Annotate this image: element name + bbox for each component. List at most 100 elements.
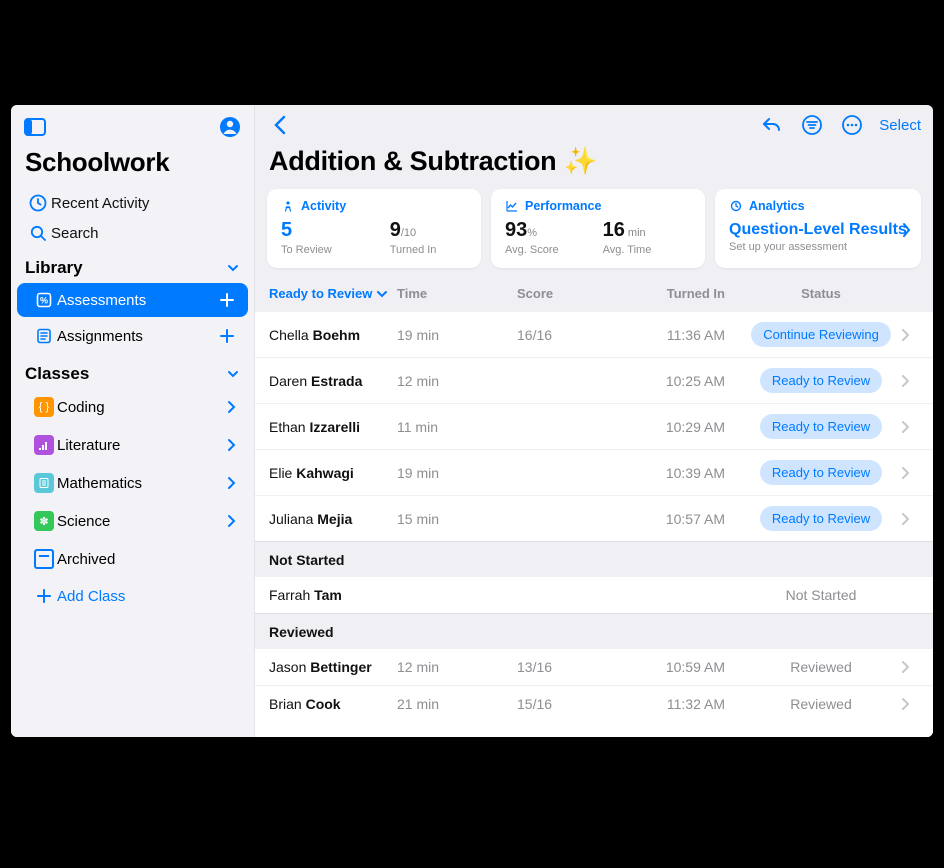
score-cell: 15/16 xyxy=(517,696,613,712)
sidebar-section-library[interactable]: Library xyxy=(11,248,254,282)
card-analytics[interactable]: Analytics Question-Level Results Set up … xyxy=(715,189,921,268)
sidebar-add-class[interactable]: Add Class xyxy=(17,579,248,613)
sidebar-item-label: Coding xyxy=(57,399,226,416)
sidebar-recent-activity[interactable]: Recent Activity xyxy=(11,188,254,218)
more-icon[interactable] xyxy=(839,112,865,138)
section-reviewed: Reviewed xyxy=(255,613,933,648)
sidebar-recent-label: Recent Activity xyxy=(51,195,240,212)
chevron-down-icon xyxy=(226,261,240,275)
status-pill[interactable]: Ready to Review xyxy=(760,368,882,393)
main-content: Select Addition & Subtraction ✨ Activity… xyxy=(255,105,933,737)
card-performance[interactable]: Performance 93% Avg. Score 16 min Avg. T… xyxy=(491,189,705,268)
col-score[interactable]: Score xyxy=(517,286,613,301)
time-cell: 19 min xyxy=(397,465,517,481)
qlr-title: Question-Level Results xyxy=(729,221,907,239)
turned-in-cell: 10:59 AM xyxy=(613,659,725,675)
filter-icon[interactable] xyxy=(799,112,825,138)
col-status[interactable]: Status xyxy=(741,286,901,301)
class-tile-icon: { } xyxy=(31,397,57,417)
avg-time-label: Avg. Time xyxy=(603,244,652,256)
sidebar-section-classes[interactable]: Classes xyxy=(11,354,254,388)
sidebar-item-label: Assessments xyxy=(57,292,218,309)
undo-icon[interactable] xyxy=(759,112,785,138)
chevron-right-icon xyxy=(901,466,919,480)
turned-in-value: 9/10 xyxy=(390,219,437,242)
table-row[interactable]: Daren Estrada12 min10:25 AMReady to Revi… xyxy=(255,357,933,403)
sidebar: Schoolwork Recent Activity Search Librar… xyxy=(11,105,255,737)
col-time[interactable]: Time xyxy=(397,286,517,301)
card-activity[interactable]: Activity 5 To Review 9/10 Turned In xyxy=(267,189,481,268)
card-analytics-title: Analytics xyxy=(749,199,805,213)
status-pill[interactable]: Ready to Review xyxy=(760,460,882,485)
avg-time-value: 16 min xyxy=(603,219,652,242)
time-cell: 21 min xyxy=(397,696,517,712)
status-pill[interactable]: Ready to Review xyxy=(760,506,882,531)
status-text: Reviewed xyxy=(790,659,851,675)
chevron-right-icon xyxy=(901,660,919,674)
col-turned-in[interactable]: Turned In xyxy=(613,286,725,301)
chevron-right-icon xyxy=(901,222,911,238)
score-cell: 16/16 xyxy=(517,327,613,343)
student-name: Ethan Izzarelli xyxy=(269,419,397,435)
chevron-down-icon xyxy=(376,288,388,300)
plus-icon xyxy=(31,587,57,605)
table-row[interactable]: Jason Bettinger12 min13/1610:59 AM Review… xyxy=(255,648,933,685)
turned-in-cell: 11:36 AM xyxy=(613,327,725,343)
time-cell: 12 min xyxy=(397,659,517,675)
col-ready-to-review[interactable]: Ready to Review xyxy=(269,286,397,301)
table-row[interactable]: Juliana Mejia15 min10:57 AMReady to Revi… xyxy=(255,495,933,541)
performance-icon xyxy=(505,199,519,213)
turned-in-cell: 11:32 AM xyxy=(613,696,725,712)
add-assignment-icon[interactable] xyxy=(218,327,236,345)
add-assessment-icon[interactable] xyxy=(218,291,236,309)
sidebar-item-label: Assignments xyxy=(57,328,218,345)
time-cell: 12 min xyxy=(397,373,517,389)
archive-icon xyxy=(31,549,57,569)
sidebar-item-label: Mathematics xyxy=(57,475,226,492)
toggle-sidebar-icon[interactable] xyxy=(23,115,47,139)
student-name: Jason Bettinger xyxy=(269,659,397,675)
chevron-right-icon xyxy=(226,476,236,490)
sidebar-item-literature[interactable]: Literature xyxy=(17,427,248,463)
chevron-right-icon xyxy=(901,512,919,526)
table-row[interactable]: Brian Cook21 min15/1611:32 AMReviewed xyxy=(255,685,933,722)
select-button[interactable]: Select xyxy=(879,117,921,134)
sidebar-item-assignments[interactable]: Assignments xyxy=(17,319,248,353)
table-header: Ready to Review Time Score Turned In Sta… xyxy=(255,278,933,311)
student-name: Juliana Mejia xyxy=(269,511,397,527)
status-pill[interactable]: Ready to Review xyxy=(760,414,882,439)
sidebar-item-assessments[interactable]: % Assessments xyxy=(17,283,248,317)
time-cell: 19 min xyxy=(397,327,517,343)
card-performance-title: Performance xyxy=(525,199,601,213)
chevron-right-icon xyxy=(901,374,919,388)
turned-in-cell: 10:57 AM xyxy=(613,511,725,527)
score-cell: 13/16 xyxy=(517,659,613,675)
clock-icon xyxy=(25,194,51,212)
student-name: Farrah Tam xyxy=(269,587,397,603)
sidebar-item-science[interactable]: ✽ Science xyxy=(17,503,248,539)
table-row[interactable]: Elie Kahwagi19 min10:39 AMReady to Revie… xyxy=(255,449,933,495)
class-tile-icon xyxy=(31,473,57,493)
sidebar-search[interactable]: Search xyxy=(11,218,254,248)
turned-in-cell: 10:25 AM xyxy=(613,373,725,389)
sidebar-search-label: Search xyxy=(51,225,240,242)
qlr-sub: Set up your assessment xyxy=(729,241,907,253)
status-pill[interactable]: Continue Reviewing xyxy=(751,322,891,347)
turned-in-label: Turned In xyxy=(390,244,437,256)
class-tile-icon xyxy=(31,435,57,455)
sidebar-item-mathematics[interactable]: Mathematics xyxy=(17,465,248,501)
search-icon xyxy=(25,224,51,242)
chevron-right-icon xyxy=(901,420,919,434)
time-cell: 11 min xyxy=(397,419,517,435)
table-row[interactable]: Farrah TamNot Started xyxy=(255,576,933,613)
back-button[interactable] xyxy=(267,112,293,138)
sidebar-item-archived[interactable]: Archived xyxy=(17,541,248,577)
account-icon[interactable] xyxy=(218,115,242,139)
sidebar-library-header: Library xyxy=(25,258,83,278)
assessments-icon: % xyxy=(31,291,57,309)
table-row[interactable]: Ethan Izzarelli11 min10:29 AMReady to Re… xyxy=(255,403,933,449)
chevron-right-icon xyxy=(226,400,236,414)
sidebar-item-coding[interactable]: { } Coding xyxy=(17,389,248,425)
card-activity-title: Activity xyxy=(301,199,346,213)
table-row[interactable]: Chella Boehm19 min16/1611:36 AMContinue … xyxy=(255,311,933,357)
